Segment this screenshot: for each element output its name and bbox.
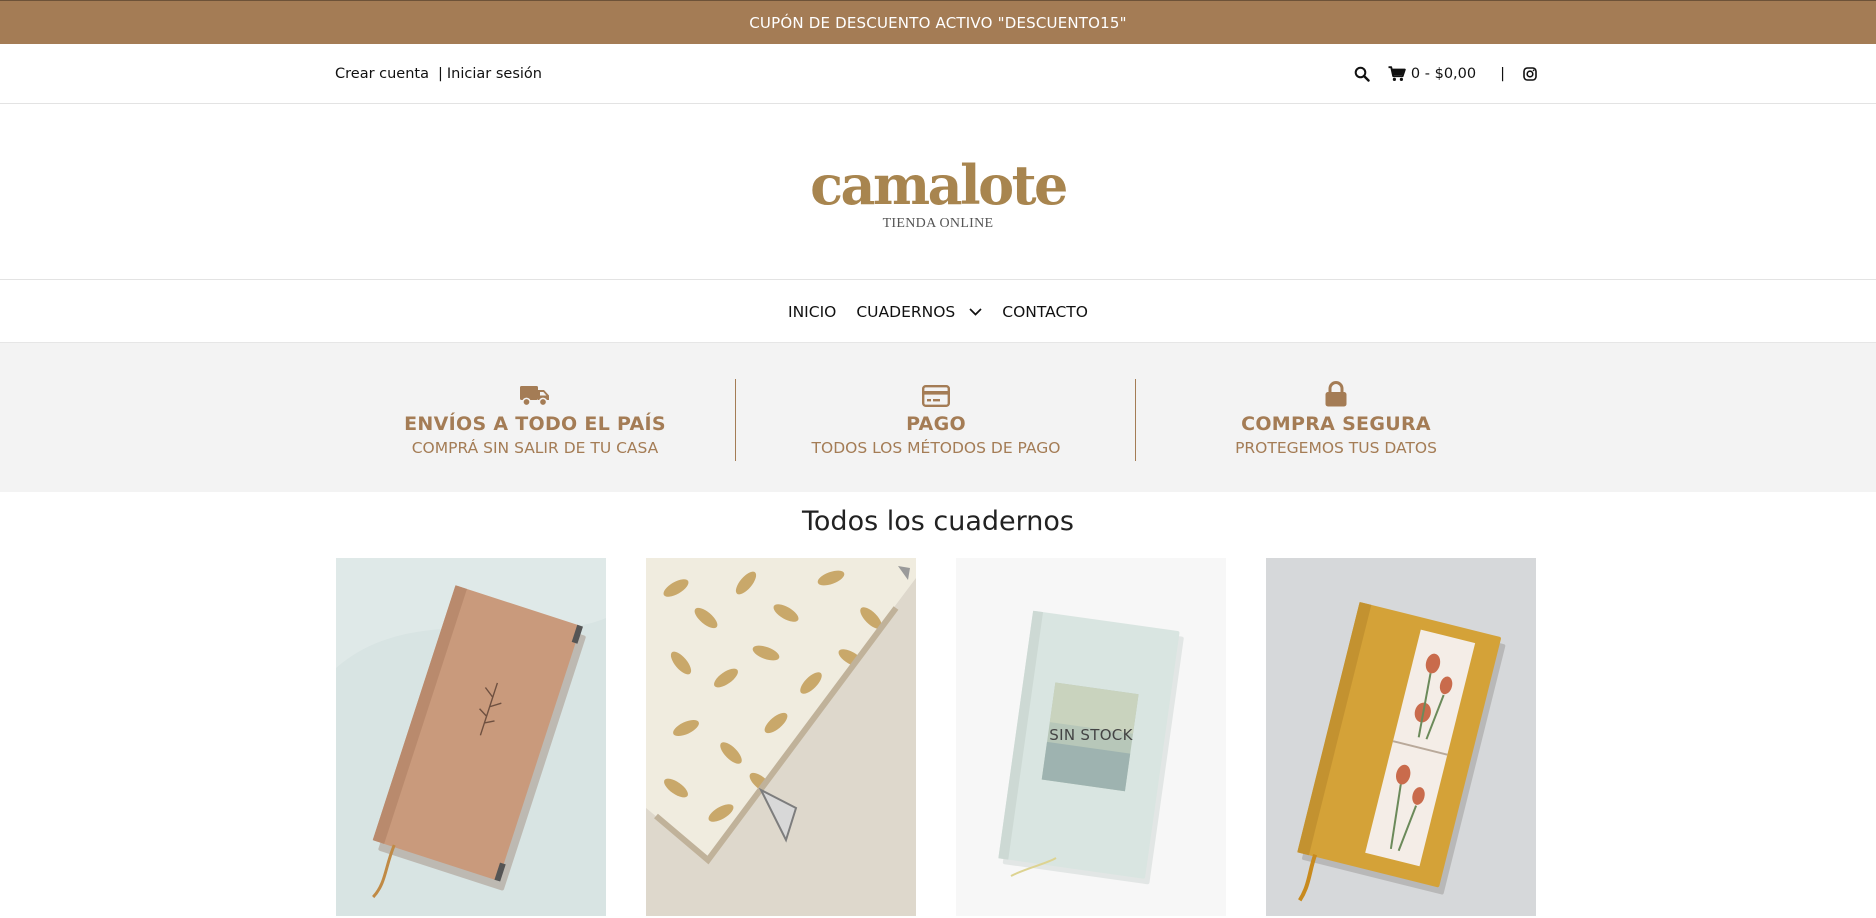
header-separator: | [1500,66,1505,82]
account-bar: Crear cuenta | Iniciar sesión 0 - $0,00 … [0,44,1876,104]
benefit-title: PAGO [906,413,966,435]
product-grid: SIN STOCK [336,558,1536,918]
product-image [1266,558,1536,916]
benefit-subtitle: COMPRÁ SIN SALIR DE TU CASA [411,439,659,457]
account-separator: | [438,66,443,82]
benefit-title: ENVÍOS A TODO EL PAÍS [404,413,666,435]
login-link[interactable]: Iniciar sesión [447,66,542,82]
nav-label: CUADERNOS [856,302,956,321]
main-nav: INICIO CUADERNOS CONTACTO [0,281,1876,342]
logo-subtitle: TIENDA ONLINE [882,215,994,231]
cart-icon [1388,66,1406,82]
logo-area: camalote TIENDA ONLINE [0,104,1876,280]
benefit-shipping: ENVÍOS A TODO EL PAÍS COMPRÁ SIN SALIR D… [335,377,735,457]
product-image [646,558,916,916]
search-icon[interactable] [1354,66,1370,82]
product-card[interactable] [646,558,916,916]
product-card[interactable] [336,558,606,916]
sold-out-badge: SIN STOCK [1049,726,1133,744]
benefit-subtitle: TODOS LOS MÉTODOS DE PAGO [811,439,1061,457]
promo-banner: CUPÓN DE DESCUENTO ACTIVO "DESCUENTO15" [0,0,1876,44]
nav-item-cuadernos[interactable]: CUADERNOS [856,303,982,321]
logo-wordmark[interactable]: camalote [810,158,1068,212]
nav-label: INICIO [788,302,837,321]
benefit-title: COMPRA SEGURA [1241,413,1431,435]
truck-icon [335,377,735,407]
nav-label: CONTACTO [1002,302,1088,321]
product-image [336,558,606,916]
product-card[interactable] [1266,558,1536,916]
section-title: Todos los cuadernos [802,506,1074,537]
chevron-down-icon [969,307,982,316]
account-links: Crear cuenta | Iniciar sesión [335,44,542,104]
benefits-strip: ENVÍOS A TODO EL PAÍS COMPRÁ SIN SALIR D… [0,342,1876,492]
cart-button[interactable]: 0 - $0,00 [1388,66,1476,82]
credit-card-icon [736,377,1136,407]
promo-text: CUPÓN DE DESCUENTO ACTIVO "DESCUENTO15" [749,13,1127,32]
nav-item-inicio[interactable]: INICIO [788,303,836,321]
create-account-link[interactable]: Crear cuenta [335,66,429,82]
cart-summary: 0 - $0,00 [1410,66,1477,82]
lock-icon [1136,377,1536,407]
header-tools: 0 - $0,00 | [1354,44,1537,104]
benefit-payment: PAGO TODOS LOS MÉTODOS DE PAGO [736,377,1136,457]
nav-item-contacto[interactable]: CONTACTO [1002,303,1088,321]
instagram-icon[interactable] [1523,67,1537,81]
product-card[interactable]: SIN STOCK [956,558,1226,916]
benefit-subtitle: PROTEGEMOS TUS DATOS [1235,439,1437,457]
benefit-secure: COMPRA SEGURA PROTEGEMOS TUS DATOS [1136,377,1536,457]
